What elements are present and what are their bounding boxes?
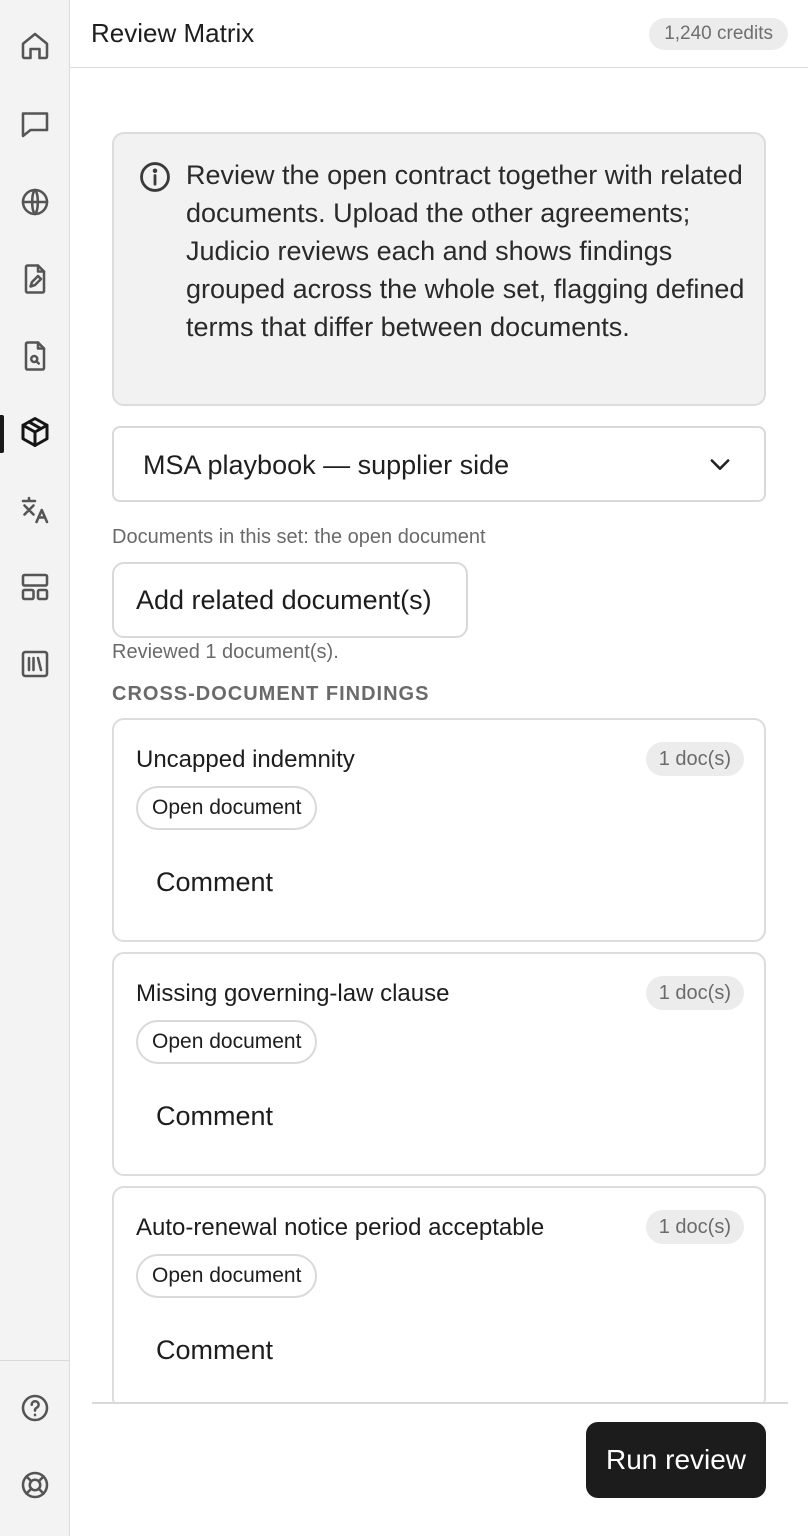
playbook-select[interactable]: MSA playbook — supplier side: [112, 426, 766, 502]
documents-caption: Documents in this set: the open document: [112, 526, 486, 548]
info-callout: Review the open contract together with r…: [112, 132, 766, 406]
sidebar-item-document-search[interactable]: [0, 330, 70, 386]
library-icon: [17, 646, 53, 687]
sidebar-item-chat[interactable]: [0, 98, 70, 154]
help-icon: [17, 1390, 53, 1431]
sidebar-item-document-edit[interactable]: [0, 253, 70, 309]
findings-heading: CROSS-DOCUMENT FINDINGS: [112, 683, 430, 705]
reviewed-caption: Reviewed 1 document(s).: [112, 641, 339, 663]
doc-count-badge: 1 doc(s): [645, 1210, 744, 1244]
comment-button[interactable]: Comment: [136, 1320, 293, 1380]
comment-button[interactable]: Comment: [136, 852, 293, 912]
sidebar-item-translate[interactable]: [0, 484, 70, 540]
sidebar-item-review-matrix[interactable]: [0, 406, 70, 462]
doc-count-badge: 1 doc(s): [645, 976, 744, 1010]
open-document-button[interactable]: Open document: [136, 1254, 318, 1298]
finding-title: Uncapped indemnity: [136, 746, 355, 773]
open-document-button[interactable]: Open document: [136, 1020, 318, 1064]
sidebar-item-home[interactable]: [0, 20, 70, 76]
doc-count-badge: 1 doc(s): [645, 742, 744, 776]
page-title: Review Matrix: [91, 18, 255, 48]
home-icon: [17, 28, 53, 69]
playbook-select-value: MSA playbook — supplier side: [143, 450, 510, 480]
finding-title: Auto-renewal notice period acceptable: [136, 1214, 545, 1241]
app-root: Review Matrix 1,240 credits Review the o…: [0, 0, 808, 1536]
sidebar-divider: [0, 1360, 70, 1361]
support-icon: [17, 1467, 53, 1508]
layout-icon: [17, 569, 53, 610]
sidebar-item-globe[interactable]: [0, 176, 70, 232]
document-search-icon: [17, 338, 53, 379]
info-text: Review the open contract together with r…: [186, 160, 745, 342]
credits-badge: 1,240 credits: [649, 18, 788, 50]
header: Review Matrix 1,240 credits: [70, 0, 808, 68]
globe-icon: [17, 184, 53, 225]
finding-card: Uncapped indemnity 1 doc(s) Open documen…: [112, 718, 766, 942]
sidebar: [0, 0, 70, 1536]
chat-icon: [17, 106, 53, 147]
findings-list: Uncapped indemnity 1 doc(s) Open documen…: [112, 718, 766, 1402]
run-review-button[interactable]: Run review: [586, 1422, 766, 1498]
sidebar-item-help[interactable]: [0, 1382, 70, 1438]
document-edit-icon: [17, 261, 53, 302]
finding-card: Auto-renewal notice period acceptable 1 …: [112, 1186, 766, 1402]
finding-title: Missing governing-law clause: [136, 980, 450, 1007]
sidebar-item-layout[interactable]: [0, 561, 70, 617]
add-related-documents-button[interactable]: Add related document(s): [112, 562, 468, 638]
open-document-button[interactable]: Open document: [136, 786, 318, 830]
footer-divider: [92, 1402, 788, 1404]
sidebar-item-library[interactable]: [0, 638, 70, 694]
sidebar-item-support[interactable]: [0, 1459, 70, 1515]
finding-card: Missing governing-law clause 1 doc(s) Op…: [112, 952, 766, 1176]
translate-icon: [17, 492, 53, 533]
comment-button[interactable]: Comment: [136, 1086, 293, 1146]
chevron-down-icon: [706, 450, 734, 478]
info-icon: [138, 160, 172, 194]
cube-icon: [17, 414, 53, 455]
